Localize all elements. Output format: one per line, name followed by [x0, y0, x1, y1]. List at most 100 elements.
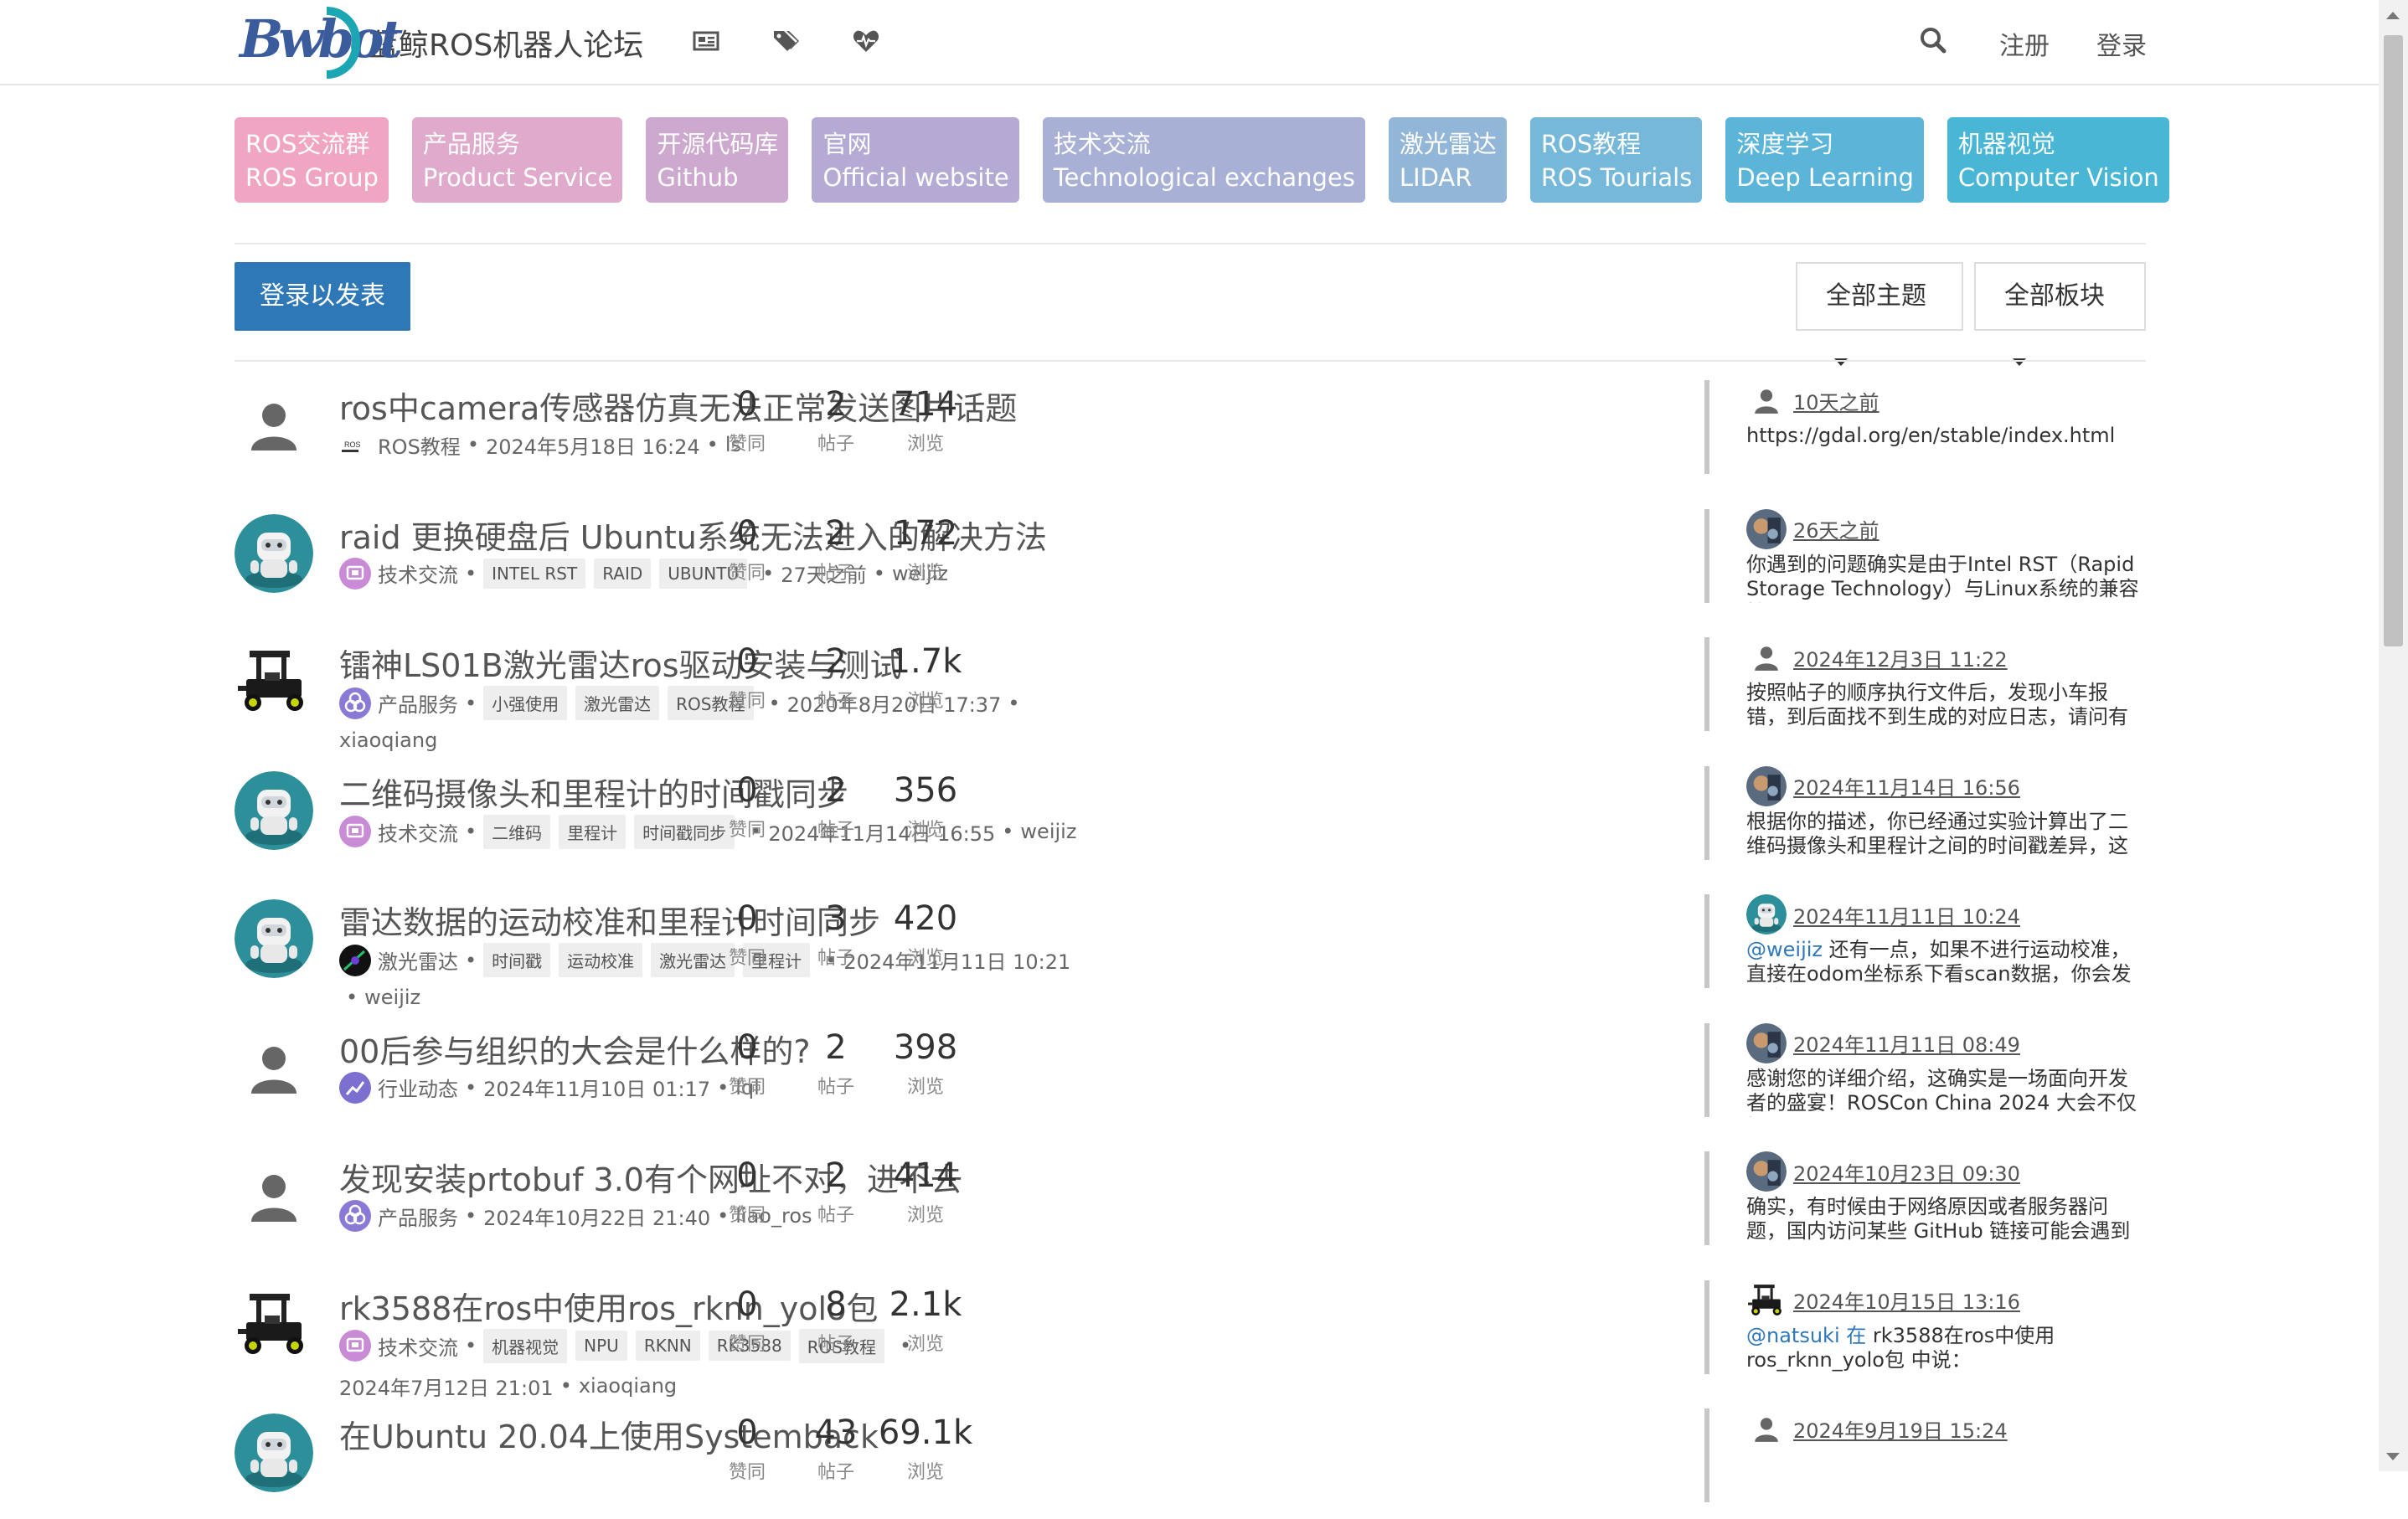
category-tile[interactable]: 官网 Official website	[812, 117, 1019, 203]
category-link[interactable]: 产品服务	[378, 1202, 458, 1231]
category-icon[interactable]: ROS	[339, 429, 371, 461]
category-icon[interactable]	[339, 816, 371, 847]
last-poster-avatar[interactable]	[1746, 1151, 1787, 1192]
category-tile[interactable]: 深度学习 Deep Learning	[1725, 117, 1924, 203]
topic-tag[interactable]: 小强使用	[483, 686, 568, 720]
topic-row[interactable]: ros中camera传感器仿真无法正常发送图片话题 ROS ROS教程 • 2024年5…	[235, 360, 2146, 491]
category-link[interactable]: 激光雷达	[378, 945, 458, 975]
user-avatar[interactable]	[235, 1028, 313, 1107]
brand[interactable]: Bwbot 蓝鲸ROS机器人论坛	[236, 5, 643, 80]
site-title[interactable]: 蓝鲸ROS机器人论坛	[369, 21, 643, 64]
login-link[interactable]: 登录	[2096, 25, 2147, 62]
topic-tag[interactable]: 运动校准	[559, 943, 643, 977]
category-tile[interactable]: ROS教程 ROS Tourials	[1529, 117, 1703, 203]
last-poster-avatar[interactable]	[1746, 380, 1787, 420]
category-link[interactable]: 产品服务	[378, 688, 458, 718]
topic-tag[interactable]: 机器视觉	[483, 1328, 568, 1363]
topic-row[interactable]: 雷达数据的运动校准和里程计时间同步 激光雷达 • 时间戳 运动校准 激光雷达 里程计 • 202…	[235, 876, 2146, 1009]
site-logo[interactable]: Bwbot	[236, 5, 403, 80]
category-icon[interactable]	[339, 687, 371, 719]
author-name[interactable]: weijiz	[1020, 820, 1076, 843]
topic-row[interactable]: 发现安装prtobuf 3.0有个网址不对，进不去 产品服务 • 2024年10月22…	[235, 1133, 2146, 1262]
last-post-teaser[interactable]: 10天之前 https://gdal.org/en/stable/index.ht…	[1704, 380, 2146, 474]
last-post-time[interactable]: 26天之前	[1793, 514, 1879, 543]
category-link[interactable]: ROS教程	[378, 430, 461, 460]
newspaper-icon[interactable]	[692, 27, 720, 55]
scroll-up-icon[interactable]	[2386, 12, 2400, 19]
register-link[interactable]: 注册	[1999, 25, 2050, 62]
topic-tag[interactable]: 激光雷达	[575, 686, 660, 720]
topic-row[interactable]: 在Ubuntu 20.04上使用Systemback 0 赞同 43 帖子 69.1k 浏览…	[235, 1390, 2146, 1519]
last-post-time[interactable]: 2024年11月14日 16:56	[1793, 771, 2020, 801]
last-post-time[interactable]: 2024年11月11日 08:49	[1793, 1028, 2020, 1058]
category-icon[interactable]	[339, 1071, 371, 1104]
topic-row[interactable]: 00后参与组织的大会是什么样的? 行业动态 • 2024年11月10日 01:17 • l…	[235, 1005, 2146, 1134]
scroll-down-icon[interactable]	[2386, 1453, 2400, 1460]
last-post-teaser[interactable]: 2024年11月14日 16:56 根据你的描述，你已经通过实验计算出了二维码摄像…	[1704, 765, 2146, 860]
last-post-time[interactable]: 2024年12月3日 11:22	[1793, 643, 2008, 672]
last-post-teaser[interactable]: 2024年10月15日 13:16 @natsuki 在 rk3588在ros中使…	[1704, 1280, 2146, 1374]
last-post-time[interactable]: 2024年9月19日 15:24	[1793, 1414, 2008, 1444]
last-post-teaser[interactable]: 2024年11月11日 08:49 感谢您的详细介绍，这确实是一场面向开发者的盛宴…	[1704, 1022, 2146, 1117]
topic-row[interactable]: 镭神LS01B激光雷达ros驱动安装与测试 产品服务 • 小强使用 激光雷达 ROS教程 •…	[235, 619, 2146, 752]
category-icon[interactable]	[339, 1200, 371, 1232]
last-post-teaser[interactable]: 2024年9月19日 15:24	[1704, 1408, 2146, 1502]
topic-tag[interactable]: 时间戳	[483, 943, 551, 977]
user-avatar[interactable]	[235, 1156, 313, 1235]
category-tile[interactable]: 技术交流 Technological exchanges	[1042, 117, 1365, 203]
topic-row[interactable]: rk3588在ros中使用ros_rknn_yolo包 技术交流 • 机器视觉 NPU R…	[235, 1262, 2146, 1400]
category-tile[interactable]: 激光雷达 LIDAR	[1388, 117, 1507, 203]
category-link[interactable]: 技术交流	[378, 1331, 458, 1361]
search-icon[interactable]	[1918, 25, 1948, 55]
user-avatar[interactable]	[235, 1285, 313, 1364]
last-post-time[interactable]: 10天之前	[1793, 386, 1879, 415]
user-avatar[interactable]	[235, 1413, 313, 1492]
all-boards-dropdown[interactable]: 全部板块	[1974, 262, 2146, 366]
login-to-post-button[interactable]: 登录以发表	[235, 262, 410, 331]
category-link[interactable]: 行业动态	[378, 1073, 458, 1102]
user-avatar[interactable]	[235, 899, 313, 978]
last-post-teaser[interactable]: 2024年10月23日 09:30 确实，有时候由于网络原因或者服务器问题，国内访…	[1704, 1151, 2146, 1245]
mention-link[interactable]: @weijiz	[1746, 938, 1823, 961]
topic-row[interactable]: 二维码摄像头和里程计的时间戳同步 技术交流 • 二维码 里程计 时间戳同步 • 2024年11…	[235, 748, 2146, 877]
category-icon[interactable]	[339, 557, 371, 590]
category-en-label: Computer Vision	[1957, 163, 2159, 192]
category-icon[interactable]	[339, 944, 371, 976]
user-avatar[interactable]	[235, 642, 313, 721]
last-poster-avatar[interactable]	[1746, 1022, 1787, 1063]
category-link[interactable]: 技术交流	[378, 559, 458, 588]
topic-tag[interactable]: INTEL RST	[483, 558, 586, 589]
topic-tag[interactable]: RAID	[594, 558, 652, 589]
last-post-time[interactable]: 2024年11月11日 10:24	[1793, 900, 2020, 929]
last-post-teaser[interactable]: 2024年11月11日 10:24 @weijiz 还有一点，如果不进行运动校准，…	[1704, 894, 2146, 988]
scrollbar-thumb[interactable]	[2384, 35, 2403, 646]
user-avatar[interactable]	[235, 385, 313, 464]
last-poster-avatar[interactable]	[1746, 508, 1787, 549]
topic-tag[interactable]: 里程计	[559, 814, 626, 849]
topic-tag[interactable]: 二维码	[483, 814, 551, 849]
last-post-teaser[interactable]: 26天之前 你遇到的问题确实是由于Intel RST（Rapid Storage …	[1704, 508, 2146, 603]
user-avatar[interactable]	[235, 770, 313, 850]
last-poster-avatar[interactable]	[1746, 765, 1787, 806]
category-tile[interactable]: 产品服务 Product Service	[411, 117, 623, 203]
last-post-teaser[interactable]: 2024年12月3日 11:22 按照帖子的顺序执行文件后，发现小车报错，到后面找…	[1704, 637, 2146, 731]
user-avatar[interactable]	[235, 513, 313, 593]
category-tile[interactable]: ROS交流群 ROS Group	[235, 117, 389, 203]
category-tile[interactable]: 机器视觉 Computer Vision	[1947, 117, 2169, 203]
last-poster-avatar[interactable]	[1746, 1280, 1787, 1321]
category-tile[interactable]: 开源代码库 Github	[646, 117, 789, 203]
last-poster-avatar[interactable]	[1746, 894, 1787, 935]
category-icon[interactable]	[339, 1330, 371, 1362]
mention-link[interactable]: @natsuki 在	[1746, 1324, 1866, 1347]
page-scrollbar[interactable]	[2379, 0, 2408, 1471]
all-topics-dropdown[interactable]: 全部主题	[1796, 262, 1963, 366]
category-link[interactable]: 技术交流	[378, 817, 458, 847]
heartbeat-icon[interactable]	[852, 27, 880, 55]
last-poster-avatar[interactable]	[1746, 1408, 1787, 1449]
topic-tag[interactable]: NPU	[575, 1331, 627, 1361]
last-post-time[interactable]: 2024年10月15日 13:16	[1793, 1285, 2020, 1315]
last-poster-avatar[interactable]	[1746, 637, 1787, 677]
last-post-time[interactable]: 2024年10月23日 09:30	[1793, 1157, 2020, 1187]
topic-row[interactable]: raid 更换硬盘后 Ubuntu系统无法进入的解决方法 技术交流 • INTEL R…	[235, 491, 2146, 620]
tags-icon[interactable]	[771, 27, 800, 55]
